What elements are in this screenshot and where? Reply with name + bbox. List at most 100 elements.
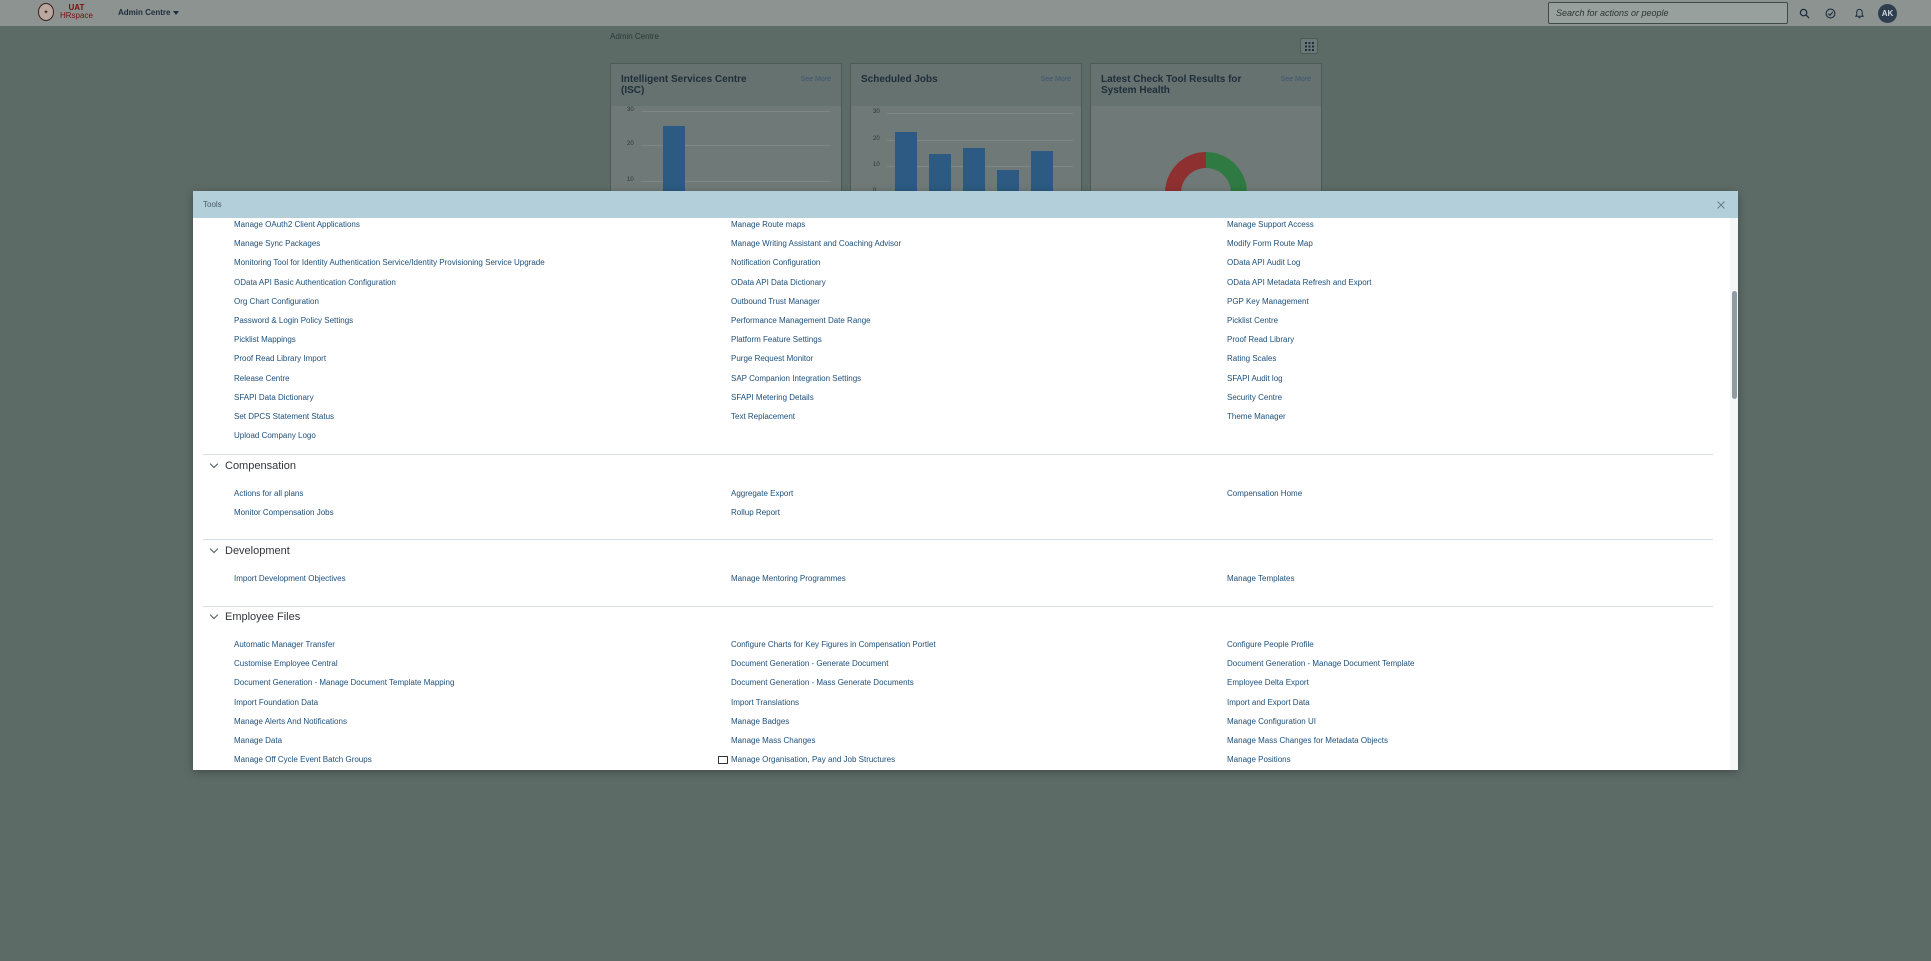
section-title: Employee Files xyxy=(225,611,301,623)
tool-link[interactable]: Automatic Manager Transfer xyxy=(234,640,335,650)
section-divider xyxy=(203,606,1713,607)
isc-card[interactable]: Intelligent Services Centre (ISC) See Mo… xyxy=(610,63,842,204)
company-logo[interactable]: ✦ UAT HRspace xyxy=(38,3,93,21)
tool-link[interactable]: OData API Data Dictionary xyxy=(731,278,826,288)
tool-link[interactable]: Picklist Mappings xyxy=(234,335,296,345)
tool-link[interactable]: OData API Basic Authentication Configura… xyxy=(234,278,396,288)
approvals-icon[interactable] xyxy=(1823,6,1837,20)
tool-link[interactable]: SFAPI Data Dictionary xyxy=(234,393,314,403)
tool-link[interactable]: Compensation Home xyxy=(1227,489,1302,499)
scrollbar[interactable] xyxy=(1730,218,1738,770)
tool-link[interactable]: Proof Read Library Import xyxy=(234,354,326,364)
tool-link[interactable]: Import Foundation Data xyxy=(234,698,318,708)
section-header[interactable]: Development xyxy=(209,544,290,557)
tool-link[interactable]: Manage Writing Assistant and Coaching Ad… xyxy=(731,239,901,249)
tool-link[interactable]: Manage Mass Changes xyxy=(731,736,816,746)
card-title: Latest Check Tool Results for System Hea… xyxy=(1101,74,1242,96)
tool-link[interactable]: Manage Badges xyxy=(731,717,789,727)
search-field[interactable] xyxy=(1548,2,1788,24)
see-more-link[interactable]: See More xyxy=(801,76,831,96)
tool-link[interactable]: Purge Request Monitor xyxy=(731,354,813,364)
tick-label: 10 xyxy=(627,177,634,183)
section-header[interactable]: Employee Files xyxy=(209,610,301,623)
tool-link[interactable]: Release Centre xyxy=(234,374,290,384)
see-more-link[interactable]: See More xyxy=(1041,76,1071,96)
dialog-body: Manage OAuth2 Client Applications Manage … xyxy=(193,218,1738,770)
tool-link[interactable]: Customise Employee Central xyxy=(234,659,338,669)
tool-link[interactable]: Document Generation - Generate Document xyxy=(731,659,888,669)
dialog-header: Tools xyxy=(193,191,1738,218)
tool-link[interactable]: Actions for all plans xyxy=(234,489,303,499)
tool-link[interactable]: Proof Read Library xyxy=(1227,335,1294,345)
tool-link[interactable]: Employee Delta Export xyxy=(1227,678,1309,688)
tool-link[interactable]: Manage Alerts And Notifications xyxy=(234,717,347,727)
tool-link[interactable]: Text Replacement xyxy=(731,412,795,422)
tool-link[interactable]: Security Centre xyxy=(1227,393,1282,403)
seal-icon: ✦ xyxy=(38,3,54,21)
tool-link[interactable]: PGP Key Management xyxy=(1227,297,1309,307)
chevron-down-icon xyxy=(209,610,219,620)
tool-link[interactable]: Manage Route maps xyxy=(731,220,805,230)
tool-link[interactable]: Rollup Report xyxy=(731,508,780,518)
tool-link[interactable]: Manage Templates xyxy=(1227,574,1294,584)
tool-link[interactable]: SAP Companion Integration Settings xyxy=(731,374,861,384)
tool-link[interactable]: Set DPCS Statement Status xyxy=(234,412,334,422)
tool-link[interactable]: Manage Mass Changes for Metadata Objects xyxy=(1227,736,1388,746)
tool-link[interactable]: Performance Management Date Range xyxy=(731,316,871,326)
tool-link[interactable]: Import and Export Data xyxy=(1227,698,1310,708)
tool-link[interactable]: Configure People Profile xyxy=(1227,640,1314,650)
tool-link[interactable]: Monitor Compensation Jobs xyxy=(234,508,334,518)
see-more-link[interactable]: See More xyxy=(1281,76,1311,96)
gridline xyxy=(641,111,831,112)
tool-link[interactable]: SFAPI Audit log xyxy=(1227,374,1283,384)
tool-link[interactable]: Manage Data xyxy=(234,736,282,746)
tool-link[interactable]: Modify Form Route Map xyxy=(1227,239,1313,249)
tool-link[interactable]: Upload Company Logo xyxy=(234,431,316,441)
tool-link[interactable]: Password & Login Policy Settings xyxy=(234,316,353,326)
tools-dialog: Tools Manage OAuth2 Client Applications M… xyxy=(193,191,1738,770)
tool-link[interactable]: Rating Scales xyxy=(1227,354,1276,364)
tool-link[interactable]: Aggregate Export xyxy=(731,489,793,499)
tool-link[interactable]: Document Generation - Mass Generate Docu… xyxy=(731,678,914,688)
search-input[interactable] xyxy=(1549,3,1787,23)
check-tool-card[interactable]: Latest Check Tool Results for System Hea… xyxy=(1090,63,1322,203)
tool-link[interactable]: Manage Mentoring Programmes xyxy=(731,574,846,584)
tool-link[interactable]: Notification Configuration xyxy=(731,258,820,268)
tick-label: 30 xyxy=(627,107,634,113)
tool-link[interactable]: OData API Metadata Refresh and Export xyxy=(1227,278,1372,288)
scheduled-jobs-card[interactable]: Scheduled Jobs See More 30 20 10 0 xyxy=(850,63,1082,204)
tick-label: 30 xyxy=(873,109,880,115)
logo-line2: HRspace xyxy=(60,11,93,20)
tool-link[interactable]: Import Translations xyxy=(731,698,799,708)
tool-link[interactable]: Org Chart Configuration xyxy=(234,297,319,307)
tool-link[interactable]: Manage Support Access xyxy=(1227,220,1314,230)
tool-link[interactable]: SFAPI Metering Details xyxy=(731,393,814,403)
close-icon[interactable] xyxy=(1714,198,1728,212)
tool-link[interactable]: Manage Sync Packages xyxy=(234,239,320,249)
tool-link[interactable]: Manage OAuth2 Client Applications xyxy=(234,220,360,230)
gridline xyxy=(887,113,1073,114)
tool-link[interactable]: Manage Positions xyxy=(1227,755,1291,765)
shell-bar: ✦ UAT HRspace Admin Centre AK xyxy=(0,0,1931,26)
tool-link[interactable]: Manage Configuration UI xyxy=(1227,717,1316,727)
tool-link[interactable]: Monitoring Tool for Identity Authenticat… xyxy=(234,258,545,268)
avatar[interactable]: AK xyxy=(1878,4,1897,23)
bell-icon[interactable] xyxy=(1852,6,1866,20)
tool-link[interactable]: Document Generation - Manage Document Te… xyxy=(234,678,454,688)
tool-link[interactable]: Theme Manager xyxy=(1227,412,1286,422)
tool-link[interactable]: Configure Charts for Key Figures in Comp… xyxy=(731,640,936,650)
section-header[interactable]: Compensation xyxy=(209,459,296,472)
tool-link[interactable]: Outbound Trust Manager xyxy=(731,297,820,307)
admin-centre-menu[interactable]: Admin Centre xyxy=(118,8,180,17)
tool-link[interactable]: OData API Audit Log xyxy=(1227,258,1300,268)
tool-link[interactable]: Import Development Objectives xyxy=(234,574,346,584)
tool-link[interactable]: Manage Off Cycle Event Batch Groups xyxy=(234,755,372,765)
tool-link[interactable]: Picklist Centre xyxy=(1227,316,1278,326)
tool-link[interactable]: Document Generation - Manage Document Te… xyxy=(1227,659,1415,669)
tick-label: 10 xyxy=(873,162,880,168)
search-icon[interactable] xyxy=(1797,6,1811,20)
tool-link[interactable]: Manage Organisation, Pay and Job Structu… xyxy=(731,755,895,765)
tool-link[interactable]: Platform Feature Settings xyxy=(731,335,822,345)
grid-icon[interactable] xyxy=(1300,38,1318,54)
scrollbar-thumb[interactable] xyxy=(1732,291,1737,399)
